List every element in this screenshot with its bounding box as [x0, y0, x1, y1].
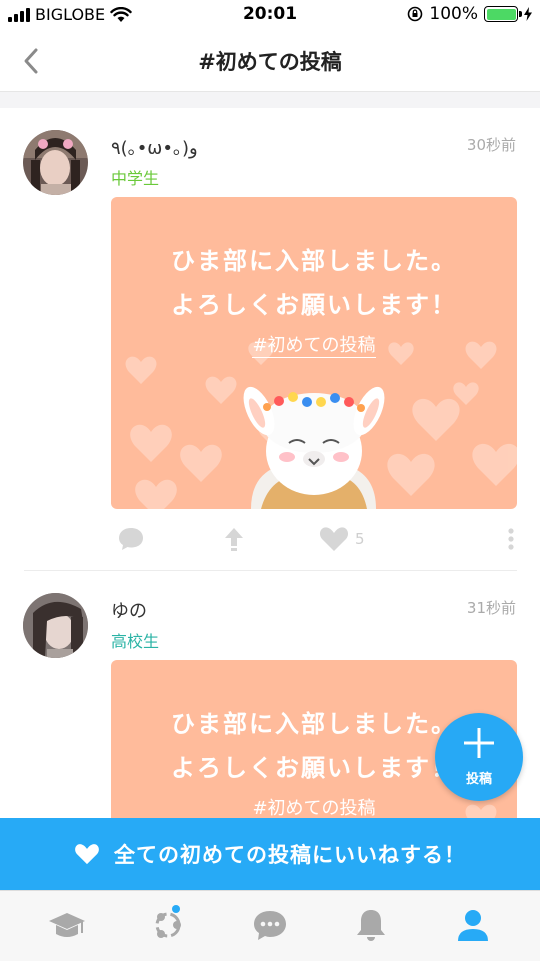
section-gap: [0, 92, 540, 108]
new-post-label: 投稿: [465, 772, 492, 787]
card-hashtag[interactable]: #初めての投稿: [111, 331, 517, 358]
user-name[interactable]: ゆの: [111, 597, 147, 623]
alpaca-illustration: [243, 386, 385, 509]
post-time: 30秒前: [466, 136, 516, 154]
notification-badge: [172, 905, 180, 913]
tab-network[interactable]: [148, 905, 188, 945]
card-line-1: ひま部に入部しました。: [171, 247, 457, 275]
share-button[interactable]: [223, 522, 245, 556]
battery-percent: 100%: [429, 4, 478, 24]
avatar[interactable]: [23, 130, 88, 195]
user-grade: 高校生: [111, 632, 160, 651]
comment-button[interactable]: [117, 522, 145, 556]
graduation-cap-icon: [49, 913, 85, 937]
bell-icon: [357, 910, 385, 941]
card-hashtag[interactable]: #初めての投稿: [111, 794, 517, 821]
heart-icon: [319, 527, 349, 551]
like-all-label: 全ての初めての投稿にいいねする！: [114, 843, 466, 867]
tab-notifications[interactable]: [351, 905, 391, 945]
share-up-icon: [225, 528, 243, 551]
network-icon: [155, 905, 181, 938]
more-vertical-icon: [508, 528, 514, 550]
more-options-button[interactable]: [507, 522, 515, 556]
tab-profile[interactable]: [453, 905, 493, 945]
person-icon: [458, 910, 488, 941]
post-time: 31秒前: [466, 599, 516, 617]
comment-icon: [119, 528, 143, 550]
user-name[interactable]: ٩(｡•ω•｡)و: [111, 134, 198, 160]
orientation-lock-icon: [408, 6, 423, 22]
like-button[interactable]: 5: [319, 522, 365, 556]
card-line-2: よろしくお願いします！: [171, 291, 457, 319]
plus-icon: [464, 728, 494, 758]
battery-icon: [484, 6, 522, 22]
tab-bar: [0, 890, 540, 961]
post-divider: [24, 570, 517, 571]
avatar[interactable]: [23, 593, 88, 658]
page-title: #初めての投稿: [198, 50, 342, 74]
app-screen: BIGLOBE 20:01 100% #初めての投稿 ٩(｡•ω•｡)و 中学生…: [0, 0, 540, 961]
like-count: 5: [355, 530, 365, 548]
chat-bubble-icon: [254, 911, 286, 940]
status-bar: BIGLOBE 20:01 100%: [0, 0, 540, 30]
user-grade: 中学生: [111, 169, 160, 188]
tab-chat[interactable]: [250, 905, 290, 945]
charging-icon: [524, 7, 532, 21]
nav-bar: #初めての投稿: [0, 30, 540, 92]
like-all-banner[interactable]: 全ての初めての投稿にいいねする！: [0, 818, 540, 890]
tab-school[interactable]: [47, 905, 87, 945]
post-image-card[interactable]: ひま部に入部しました。 よろしくお願いします！ #初めての投稿: [111, 197, 517, 509]
new-post-button[interactable]: 投稿: [435, 713, 523, 801]
heart-icon: [75, 844, 99, 865]
post-actions: 5: [111, 522, 521, 556]
